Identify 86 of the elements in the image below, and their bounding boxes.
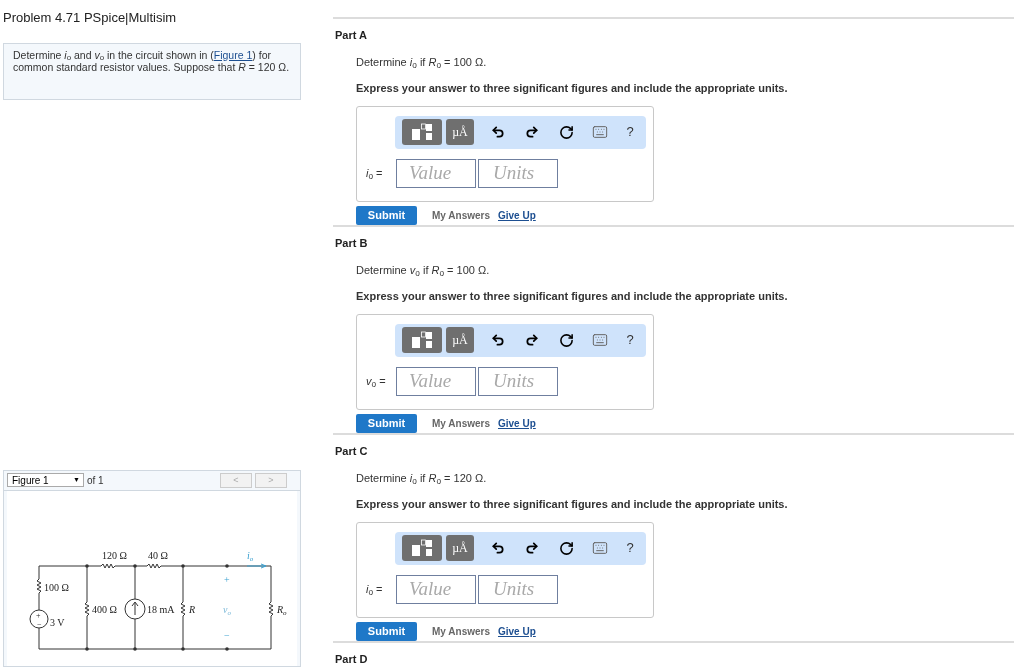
- units-button[interactable]: µÅ: [446, 119, 474, 145]
- redo-icon: [525, 125, 539, 139]
- answer-label: i$_{o}$ =: [366, 581, 384, 598]
- help-button[interactable]: ?: [620, 328, 640, 352]
- keyboard-icon: [592, 540, 608, 556]
- template-button[interactable]: [402, 327, 442, 353]
- voltage-source-symbol: [29, 609, 49, 629]
- circuit-label: −: [37, 619, 42, 629]
- circuit-label: v$_{o}$: [223, 603, 231, 617]
- my-answers-link[interactable]: My Answers: [432, 207, 490, 223]
- resistor-symbol: [100, 563, 118, 569]
- question-text: Determine v$_{o}$ if R$_{o}$ = 100 Ω.: [356, 262, 491, 278]
- circuit-label: R: [189, 603, 196, 615]
- node-dot: [85, 647, 89, 651]
- undo-icon: [491, 541, 505, 555]
- problem-statement: Determine i$_{o}$ and v$_{o}$ in the circuit shown in (Figure 1) for common standard resistor values. Suppose that R = 120 Ω.: [13, 48, 291, 73]
- answer-label: v$_{o}$ =: [366, 373, 387, 390]
- give-up-link[interactable]: Give Up: [498, 623, 536, 639]
- node-dot: [181, 564, 185, 568]
- question-text: Determine i$_{o}$ if R$_{o}$ = 120 Ω.: [356, 470, 488, 486]
- reset-icon: [558, 332, 574, 348]
- value-field[interactable]: Value: [396, 158, 476, 188]
- redo-icon: [525, 333, 539, 347]
- node-dot: [133, 647, 137, 651]
- keyboard-icon: [592, 124, 608, 140]
- my-answers-link[interactable]: My Answers: [432, 415, 490, 431]
- undo-icon: [491, 125, 505, 139]
- figure-count: of 1: [87, 473, 104, 488]
- circuit-label: +: [36, 610, 41, 620]
- part-title: Part A: [335, 28, 368, 43]
- submit-button[interactable]: Submit: [356, 205, 417, 225]
- instruction-text: Express your answer to three significant figures and include the appropriate units.: [356, 289, 789, 304]
- circuit-label: i$_{o}$: [247, 549, 254, 563]
- circuit-label: 100 Ω: [44, 581, 69, 593]
- circuit-label: R$_{o}$: [277, 603, 287, 617]
- circuit-label: 120 Ω: [102, 549, 127, 561]
- units-field[interactable]: Units: [478, 366, 558, 396]
- help-button[interactable]: ?: [620, 536, 640, 560]
- submit-button[interactable]: Submit: [356, 413, 417, 433]
- resistor-symbol: [268, 601, 274, 619]
- node-dot: [181, 647, 185, 651]
- my-answers-link[interactable]: My Answers: [432, 623, 490, 639]
- submit-button[interactable]: Submit: [356, 621, 417, 641]
- template-button[interactable]: [402, 535, 442, 561]
- redo-icon: [525, 541, 539, 555]
- template-button[interactable]: [402, 119, 442, 145]
- problem-title: Problem 4.71 PSpice|Multisim: [3, 9, 178, 27]
- node-dot: [225, 564, 229, 568]
- resistor-symbol: [36, 578, 42, 596]
- template-icon: [411, 123, 433, 141]
- units-button[interactable]: µÅ: [446, 535, 474, 561]
- part-title: Part B: [335, 236, 369, 251]
- circuit-label: 3 V: [50, 616, 65, 628]
- circuit-label: +: [224, 573, 230, 585]
- current-arrow: [246, 563, 267, 569]
- units-field[interactable]: Units: [478, 158, 558, 188]
- question-text: Determine i$_{o}$ if R$_{o}$ = 100 Ω.: [356, 54, 488, 70]
- part-title: Part C: [335, 444, 369, 459]
- current-source-symbol: [124, 598, 146, 620]
- circuit-label: 40 Ω: [148, 549, 168, 561]
- answer-label: i$_{o}$ =: [366, 165, 384, 182]
- value-field[interactable]: Value: [396, 366, 476, 396]
- node-dot: [85, 564, 89, 568]
- part-title: Part D: [335, 652, 369, 667]
- reset-icon: [558, 540, 574, 556]
- value-field[interactable]: Value: [396, 574, 476, 604]
- node-dot: [133, 564, 137, 568]
- undo-icon: [491, 333, 505, 347]
- help-button[interactable]: ?: [620, 120, 640, 144]
- node-dot: [225, 647, 229, 651]
- resistor-symbol: [146, 563, 164, 569]
- units-button[interactable]: µÅ: [446, 327, 474, 353]
- template-icon: [411, 539, 433, 557]
- circuit-label: 18 mA: [147, 603, 175, 615]
- resistor-symbol: [84, 601, 90, 619]
- give-up-link[interactable]: Give Up: [498, 415, 536, 431]
- circuit-label: 400 Ω: [92, 603, 117, 615]
- reset-icon: [558, 124, 574, 140]
- keyboard-icon: [592, 332, 608, 348]
- template-icon: [411, 331, 433, 349]
- units-field[interactable]: Units: [478, 574, 558, 604]
- resistor-symbol: [180, 601, 186, 619]
- give-up-link[interactable]: Give Up: [498, 207, 536, 223]
- instruction-text: Express your answer to three significant figures and include the appropriate units.: [356, 497, 789, 512]
- instruction-text: Express your answer to three significant figures and include the appropriate units.: [356, 81, 789, 96]
- circuit-label: −: [224, 629, 230, 641]
